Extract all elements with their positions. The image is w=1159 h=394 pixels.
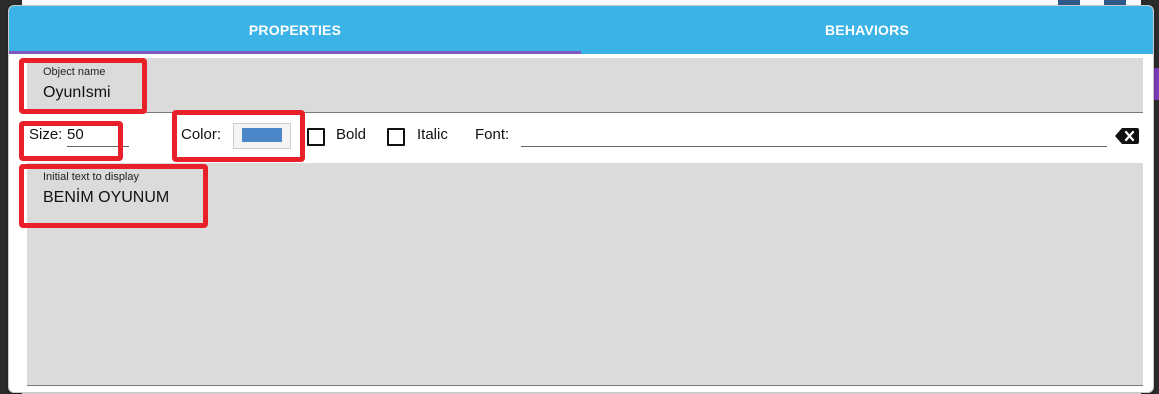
italic-label: Italic: [417, 126, 448, 143]
color-picker-button[interactable]: [233, 123, 291, 149]
initial-text-field[interactable]: Initial text to display BENİM OYUNUM: [27, 163, 1143, 386]
size-label: Size:: [29, 126, 63, 143]
object-name-value[interactable]: OyunIsmi: [43, 84, 111, 102]
color-label: Color:: [181, 126, 222, 143]
tab-properties[interactable]: PROPERTIES: [9, 6, 581, 54]
object-name-field[interactable]: Object name OyunIsmi: [27, 58, 1143, 113]
initial-text-value[interactable]: BENİM OYUNUM: [43, 189, 169, 207]
bold-label: Bold: [336, 126, 367, 143]
backspace-clear-icon: [1115, 128, 1139, 144]
italic-checkbox[interactable]: [387, 128, 405, 146]
text-style-row: Size: 50 Color: Bold Italic Font:: [27, 118, 1143, 154]
font-label: Font:: [475, 126, 510, 143]
size-input[interactable]: 50: [67, 124, 129, 147]
object-name-label: Object name: [43, 66, 106, 78]
clear-font-button[interactable]: [1115, 128, 1139, 144]
object-properties-dialog: PROPERTIES BEHAVIORS Object name OyunIsm…: [8, 5, 1154, 393]
bold-checkbox[interactable]: [307, 128, 325, 146]
initial-text-label: Initial text to display: [43, 171, 139, 183]
tab-bar: PROPERTIES BEHAVIORS: [9, 6, 1153, 54]
font-input[interactable]: [521, 124, 1107, 147]
tab-behaviors[interactable]: BEHAVIORS: [581, 6, 1153, 54]
color-swatch: [242, 128, 282, 142]
